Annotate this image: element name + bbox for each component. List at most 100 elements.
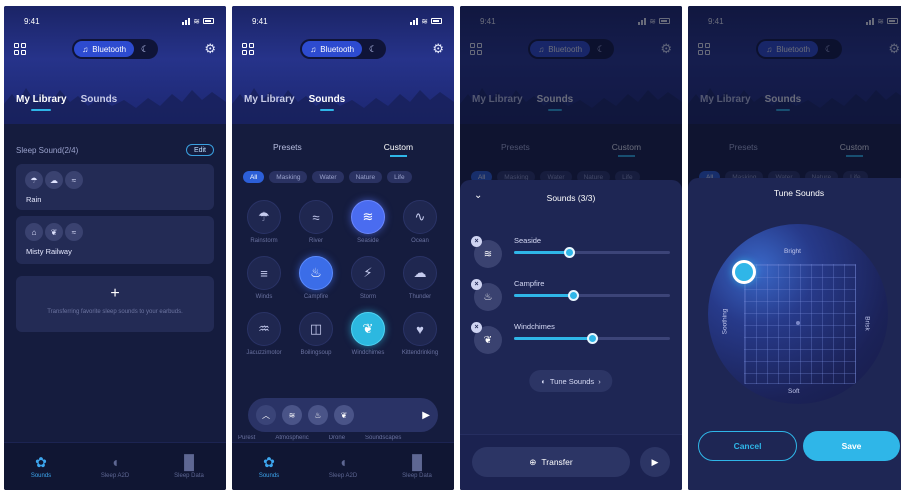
segment-presets[interactable]: Presets [273, 142, 302, 152]
sound-name: Jacuzzimotor [246, 350, 282, 356]
category-label[interactable]: Drone [329, 435, 345, 441]
category-label[interactable]: Atmospheric [275, 435, 308, 441]
volume-slider[interactable] [514, 333, 670, 344]
moon-icon[interactable]: ☾ [362, 44, 384, 55]
moon-icon[interactable]: ☾ [134, 44, 156, 55]
sound-item[interactable]: ⚡ Storm [342, 256, 394, 300]
save-button[interactable]: Save [803, 431, 900, 461]
signal-icon [410, 17, 419, 25]
kitten-icon[interactable]: ♥ [403, 312, 437, 346]
add-sleep-sound-card[interactable]: + Transferring favorite sleep sounds to … [16, 276, 214, 332]
filter-masking[interactable]: Masking [269, 171, 308, 183]
edit-button[interactable]: Edit [185, 144, 214, 156]
nav-label: Sleep Data [174, 473, 204, 479]
seaside-icon[interactable]: ≋ [351, 200, 385, 234]
ocean-icon[interactable]: ∿ [403, 200, 437, 234]
filter-nature[interactable]: Nature [348, 171, 383, 183]
jacuzzi-icon[interactable]: ♒ [247, 312, 281, 346]
mix-name: Misty Railway [26, 247, 72, 256]
tone-grid [744, 264, 856, 384]
slider-knob[interactable] [587, 333, 598, 344]
sleep-sound-title: Sleep Sound(2/4) [16, 145, 79, 155]
plus-icon: + [110, 285, 120, 302]
axis-label-brisk: Brisk [863, 316, 871, 331]
sound-item[interactable]: ∿ Ocean [394, 200, 446, 244]
mini-player[interactable]: ︿ ≋ ♨ ❦ ▶ [248, 398, 438, 432]
rainstorm-icon[interactable]: ☂ [247, 200, 281, 234]
chevron-up-icon[interactable]: ︿ [256, 405, 276, 425]
volume-slider[interactable] [514, 290, 670, 301]
tune-sounds-button[interactable]: ◐ Tune Sounds › [529, 370, 613, 392]
category-label[interactable]: Soundscapes [365, 435, 401, 441]
remove-icon[interactable]: × [471, 322, 482, 333]
bluetooth-button[interactable]: ♫Bluetooth [74, 41, 135, 57]
sound-item[interactable]: ≡ Winds [238, 256, 290, 300]
grid-menu-icon[interactable] [14, 43, 26, 55]
cancel-button[interactable]: Cancel [698, 431, 797, 461]
mode-toggle[interactable]: ♫Bluetooth ☾ [72, 39, 159, 59]
segment-custom[interactable]: Custom [384, 142, 413, 157]
filter-all[interactable]: All [243, 171, 265, 183]
tab-my-library[interactable]: My Library [16, 94, 67, 111]
transfer-button[interactable]: ⊕ Transfer [472, 447, 630, 477]
sound-name: Seaside [357, 238, 379, 244]
nav-sleep-data[interactable]: ▐▌ Sleep Data [159, 454, 219, 479]
tab-sounds[interactable]: Sounds [309, 94, 345, 111]
mix-card-rain[interactable]: ☂ ☁ ≈ Rain [16, 164, 214, 210]
bluetooth-button[interactable]: ♫Bluetooth [302, 41, 363, 57]
sheet-footer: ⊕ Transfer ▶ [460, 434, 682, 490]
mix-item-name: Windchimes [514, 322, 555, 331]
chevron-down-icon[interactable]: ⌄ [474, 190, 482, 201]
sound-item[interactable]: ♨ Campfire [290, 256, 342, 300]
grid-menu-icon[interactable] [242, 43, 254, 55]
axis-label-soft: Soft [788, 388, 800, 395]
mix-name: Rain [26, 195, 42, 204]
status-time: 9:41 [252, 16, 268, 26]
gear-icon[interactable]: ⚙ [432, 41, 444, 57]
library-content: Sleep Sound(2/4) Edit ☂ ☁ ≈ Rain ⌂ ❦ ≈ Misty… [4, 124, 226, 442]
remove-icon[interactable]: × [471, 279, 482, 290]
tab-my-library[interactable]: My Library [244, 94, 295, 105]
sound-item[interactable]: ◫ Boilingsoup [290, 312, 342, 356]
wind-icon[interactable]: ≡ [247, 256, 281, 290]
nav-sleep-data[interactable]: ▐▌ Sleep Data [387, 454, 447, 479]
nav-sounds[interactable]: ✿ Sounds [11, 454, 71, 479]
filter-water[interactable]: Water [312, 171, 344, 183]
axis-label-bright: Bright [784, 248, 801, 255]
mode-toggle[interactable]: ♫Bluetooth ☾ [300, 39, 387, 59]
river-icon[interactable]: ≈ [299, 200, 333, 234]
remove-icon[interactable]: × [471, 236, 482, 247]
pot-icon[interactable]: ◫ [299, 312, 333, 346]
sound-item[interactable]: ❦ Windchimes [342, 312, 394, 356]
cloud-rain-icon: ☁ [45, 171, 63, 189]
sound-item[interactable]: ≋ Seaside [342, 200, 394, 244]
mix-item-name: Seaside [514, 236, 542, 245]
slider-knob[interactable] [568, 290, 580, 301]
nav-sounds[interactable]: ✿ Sounds [239, 454, 299, 479]
filter-life[interactable]: Life [387, 171, 412, 183]
mix-card-misty-railway[interactable]: ⌂ ❦ ≈ Misty Railway [16, 216, 214, 264]
sound-item[interactable]: ☂ Rainstorm [238, 200, 290, 244]
play-icon[interactable]: ▶ [422, 410, 430, 421]
storm-icon[interactable]: ⚡ [351, 256, 385, 290]
tab-sounds[interactable]: Sounds [81, 94, 118, 105]
category-label[interactable]: Purest [238, 435, 255, 441]
thunder-icon[interactable]: ☁ [403, 256, 437, 290]
sound-item[interactable]: ♒ Jacuzzimotor [238, 312, 290, 356]
nav-sleep-a2d[interactable]: ◖ Sleep A2D [85, 454, 145, 479]
sound-item[interactable]: ≈ River [290, 200, 342, 244]
tone-pad[interactable]: Bright Soft Soothing Brisk [708, 224, 888, 404]
windchimes-icon[interactable]: ❦ [351, 312, 385, 346]
volume-slider[interactable] [514, 247, 670, 258]
gear-icon[interactable]: ⚙ [204, 41, 216, 57]
sound-item[interactable]: ☁ Thunder [394, 256, 446, 300]
slider-knob[interactable] [563, 247, 575, 258]
tone-handle[interactable] [732, 260, 756, 284]
sound-item[interactable]: ♥ Kittendrinking [394, 312, 446, 356]
mix-item-name: Campfire [514, 279, 545, 288]
chevron-right-icon: › [598, 376, 601, 386]
nav-sleep-a2d[interactable]: ◖ Sleep A2D [313, 454, 373, 479]
campfire-icon[interactable]: ♨ [299, 256, 333, 290]
play-button[interactable]: ▶ [640, 447, 670, 477]
sound-name: Boilingsoup [300, 350, 332, 356]
